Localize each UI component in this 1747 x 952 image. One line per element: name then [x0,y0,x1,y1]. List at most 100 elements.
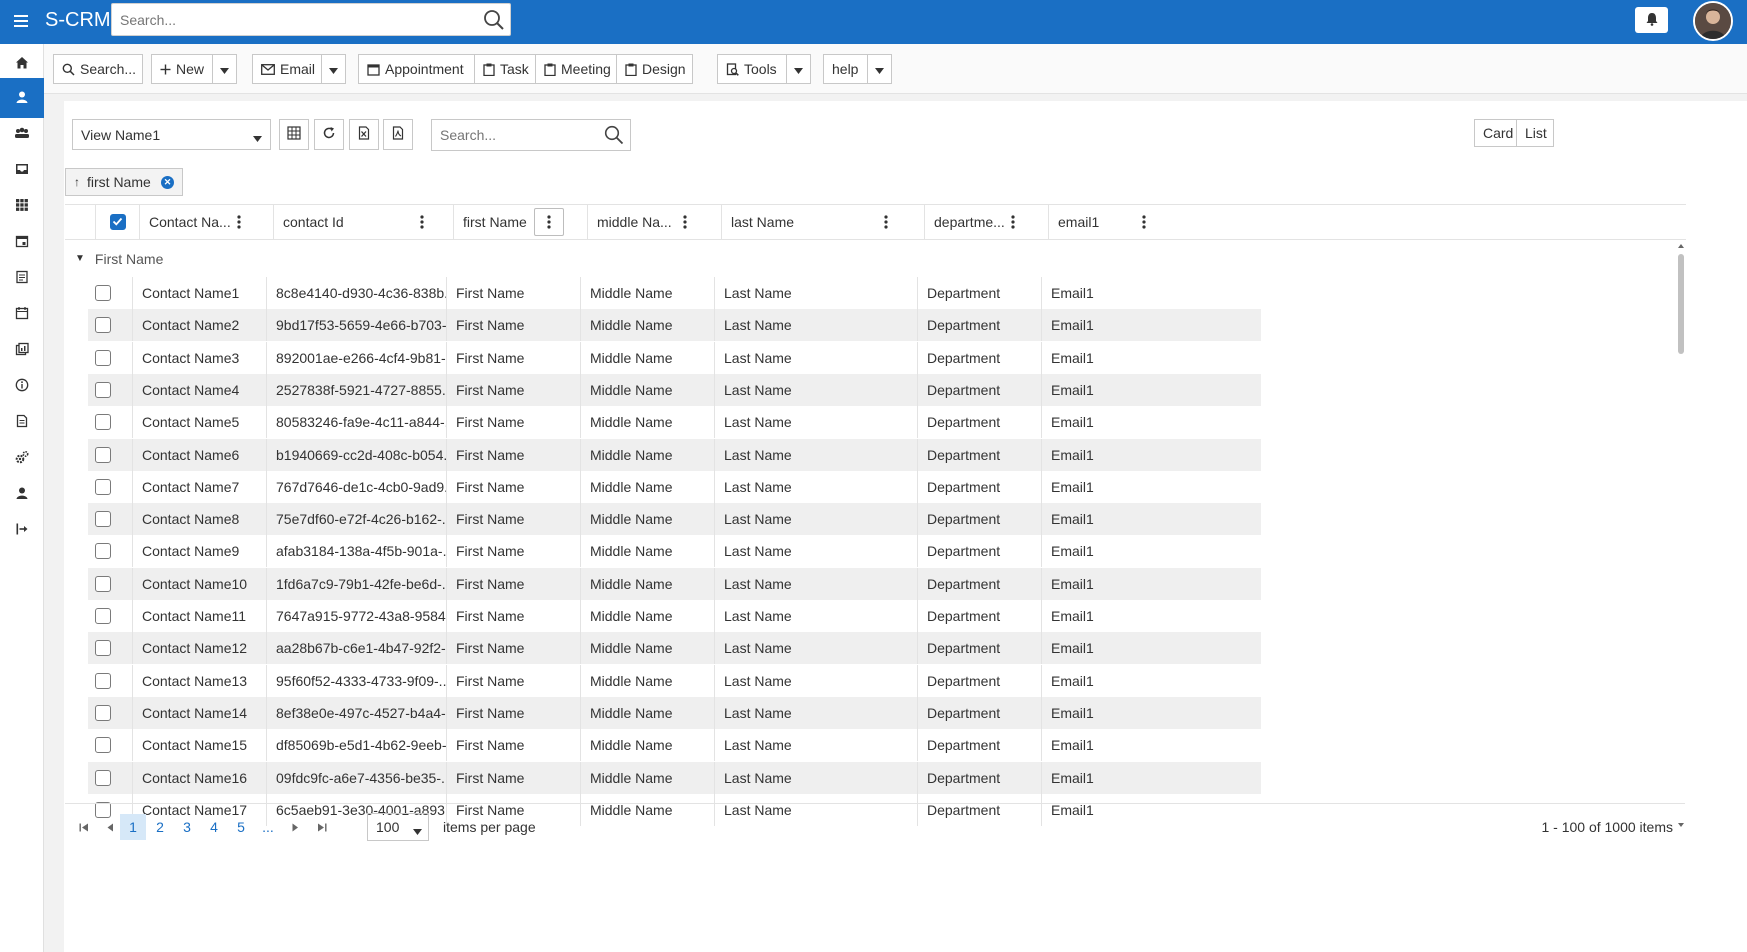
table-row[interactable]: Contact Name7 767d7646-de1c-4cb0-9ad9... F… [88,470,1261,503]
export-excel-button[interactable] [349,119,379,150]
email-dropdown-button[interactable] [321,54,346,84]
last-page-icon[interactable] [309,814,335,840]
table-row[interactable]: Contact Name5 80583246-fa9e-4c11-a844-...… [88,406,1261,439]
page-button[interactable]: 5 [228,814,254,840]
help-button[interactable]: help [823,54,868,84]
search-icon[interactable] [483,9,505,34]
sidebar-item-contacts[interactable] [0,78,44,118]
sidebar-item-calendar[interactable] [0,222,44,262]
column-header-middle-name[interactable]: middle Na... [587,205,721,239]
scrollbar-thumb[interactable] [1678,254,1684,354]
sidebar-item-reports[interactable] [0,330,44,370]
new-dropdown-button[interactable] [212,54,237,84]
column-header-contact-name[interactable]: Contact Na... [139,205,273,239]
row-checkbox[interactable] [95,349,111,366]
row-checkbox[interactable] [95,704,111,721]
avatar[interactable] [1693,1,1733,41]
table-row[interactable]: Contact Name3 892001ae-e266-4cf4-9b81-...… [88,341,1261,374]
sidebar-item-accounts[interactable] [0,114,44,154]
group-row[interactable]: ▼ First Name [65,242,1255,275]
group-chip[interactable]: ↑ first Name ✕ [65,168,183,196]
page-button[interactable]: 4 [201,814,227,840]
column-menu-icon[interactable] [1137,214,1151,230]
more-pages-button[interactable]: ... [255,814,281,840]
page-button[interactable]: 2 [147,814,173,840]
row-checkbox[interactable] [95,640,111,657]
row-checkbox[interactable] [95,608,111,624]
column-header-first-name[interactable]: first Name [453,205,587,239]
notifications-button[interactable] [1635,7,1668,33]
page-button[interactable]: 3 [174,814,200,840]
row-checkbox[interactable] [95,285,111,301]
page-button[interactable]: 1 [120,814,146,840]
design-button[interactable]: Design [616,54,693,84]
row-checkbox[interactable] [95,478,111,495]
sidebar-item-schedule[interactable] [0,294,44,334]
row-checkbox[interactable] [95,575,111,592]
collapse-group-icon[interactable]: ▼ [75,253,85,264]
scroll-up-icon[interactable] [1675,242,1687,250]
global-search-input[interactable] [112,4,462,35]
row-checkbox[interactable] [95,317,111,334]
export-pdf-button[interactable] [383,119,413,150]
row-checkbox[interactable] [95,381,111,398]
view-select[interactable]: View Name1 [72,119,271,150]
table-row[interactable]: Contact Name14 8ef38e0e-497c-4527-b4a4-..… [88,696,1261,729]
sidebar-item-notes[interactable] [0,258,44,298]
select-all-checkbox[interactable] [109,214,126,230]
sidebar-item-documents[interactable] [0,402,44,442]
page-size-select[interactable]: 100 [367,813,429,841]
table-row[interactable]: Contact Name13 95f60f52-4333-4733-9f09-..… [88,664,1261,697]
column-menu-icon[interactable] [534,208,564,236]
column-header-department[interactable]: departme... [924,205,1048,239]
table-row[interactable]: Contact Name9 afab3184-138a-4f5b-901a-...… [88,535,1261,568]
table-row[interactable]: Contact Name2 9bd17f53-5659-4e66-b703-...… [88,309,1261,342]
vertical-scrollbar[interactable] [1675,242,1687,829]
column-menu-icon[interactable] [879,214,893,230]
row-checkbox[interactable] [95,511,111,528]
column-menu-icon[interactable] [678,214,692,230]
row-checkbox[interactable] [95,672,111,689]
next-page-icon[interactable] [282,814,308,840]
column-header-email1[interactable]: email1 [1048,205,1553,239]
menu-icon[interactable] [12,12,30,30]
table-row[interactable]: Contact Name8 75e7df60-e72f-4c26-b162-...… [88,503,1261,536]
search-icon[interactable] [604,125,624,148]
task-button[interactable]: Task [474,54,536,84]
row-checkbox[interactable] [95,769,111,786]
first-page-icon[interactable] [71,814,97,840]
table-row[interactable]: Contact Name1 8c8e4140-d930-4c36-838b... F… [88,277,1261,309]
sidebar-item-apps[interactable] [0,186,44,226]
card-view-button[interactable]: Card [1474,119,1517,147]
row-checkbox[interactable] [95,737,111,754]
list-view-button[interactable]: List [1516,119,1554,147]
table-row[interactable]: Contact Name10 1fd6a7c9-79b1-42fe-be6d-..… [88,567,1261,600]
column-menu-icon[interactable] [1006,214,1020,230]
column-header-contact-id[interactable]: contact Id [273,205,453,239]
help-dropdown-button[interactable] [867,54,892,84]
new-button[interactable]: New [151,54,213,84]
column-menu-icon[interactable] [232,214,246,230]
column-header-last-name[interactable]: last Name [721,205,924,239]
refresh-button[interactable] [314,119,344,150]
table-row[interactable]: Contact Name12 aa28b67b-c6e1-4b47-92f2-..… [88,632,1261,665]
sidebar-item-info[interactable] [0,366,44,406]
sidebar-item-inbox[interactable] [0,150,44,190]
sidebar-item-logout[interactable] [0,510,44,550]
appointment-button[interactable]: Appointment [358,54,475,84]
grid-search-input[interactable] [432,120,597,150]
table-row[interactable]: Contact Name11 7647a915-9772-43a8-9584...… [88,600,1261,632]
tools-button[interactable]: Tools [717,54,787,84]
sidebar-item-user[interactable] [0,474,44,514]
column-menu-icon[interactable] [415,214,429,230]
table-row[interactable]: Contact Name15 df85069b-e5d1-4b62-9eeb-..… [88,729,1261,762]
remove-group-icon[interactable]: ✕ [161,176,174,189]
row-checkbox[interactable] [95,414,111,431]
toolbar-search-button[interactable]: Search... [53,54,143,84]
column-chooser-button[interactable] [279,119,309,150]
email-button[interactable]: Email [252,54,322,84]
table-row[interactable]: Contact Name6 b1940669-cc2d-408c-b054... F… [88,438,1261,471]
tools-dropdown-button[interactable] [786,54,811,84]
row-checkbox[interactable] [95,543,111,560]
row-checkbox[interactable] [95,446,111,463]
